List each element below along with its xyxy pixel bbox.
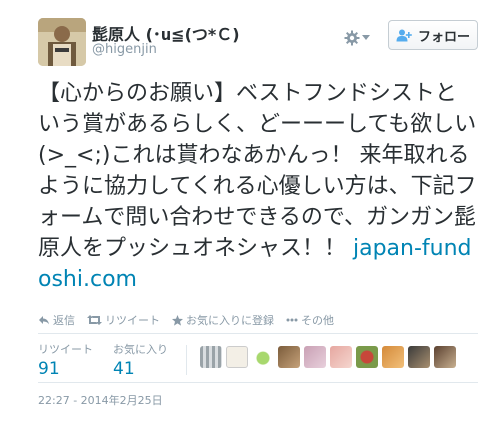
favorites-stat[interactable]: お気に入り 41 [113,341,168,379]
favoriter-avatar[interactable] [200,346,222,368]
favoriter-avatar[interactable] [252,346,274,368]
avatar[interactable] [38,18,86,66]
favorite-action[interactable]: お気に入りに登録 [172,312,274,328]
user-handle[interactable]: @higenjin [92,42,157,57]
more-label: その他 [301,314,334,327]
follow-label: フォロー [417,29,470,45]
tweet-actions: 返信 リツイート お気に入りに登録 その他 [38,311,346,329]
retweet-action[interactable]: リツイート [87,312,160,328]
favoriter-avatar[interactable] [408,346,430,368]
favorites-label: お気に入り [113,343,168,356]
retweet-label: リツイート [105,314,160,327]
favoriter-avatar[interactable] [278,346,300,368]
person-plus-icon [396,29,412,41]
tweet-text: 【心からのお願い】ベストフンドシストという賞があるらしく、どーーーしても欲しい(… [38,78,478,295]
favoriter-avatar[interactable] [434,346,456,368]
gear-icon [344,30,360,46]
favoriter-avatar[interactable] [330,346,352,368]
divider [38,382,478,383]
user-actions-menu[interactable] [344,26,372,50]
caret-down-icon [362,35,370,40]
favoriter-avatar[interactable] [356,346,378,368]
favoriters-avatars [200,346,456,368]
tweet-body: 【心からのお願い】ベストフンドシストという賞があるらしく、どーーーしても欲しい(… [38,81,477,261]
favoriter-avatar[interactable] [304,346,326,368]
stats-separator [186,345,187,375]
retweets-label: リツイート [38,343,93,356]
favoriter-avatar[interactable] [226,346,248,368]
favoriter-avatar[interactable] [382,346,404,368]
star-icon [172,314,183,326]
follow-button[interactable]: フォロー [388,20,478,50]
reply-label: 返信 [53,314,75,327]
more-icon [286,318,298,322]
tweet-header: 髭原人 (･ս≦(つ*Ｃ) @higenjin フォロー [38,18,478,66]
more-action[interactable]: その他 [286,312,334,328]
retweets-stat[interactable]: リツイート 91 [38,341,93,379]
reply-icon [39,316,49,325]
divider [38,333,478,334]
favorites-count: 41 [113,359,135,379]
tweet-timestamp[interactable]: 22:27 - 2014年2月25日 [38,392,163,408]
reply-action[interactable]: 返信 [38,312,75,328]
favorite-label: お気に入りに登録 [186,314,274,327]
retweet-icon [87,315,102,325]
retweets-count: 91 [38,359,60,379]
